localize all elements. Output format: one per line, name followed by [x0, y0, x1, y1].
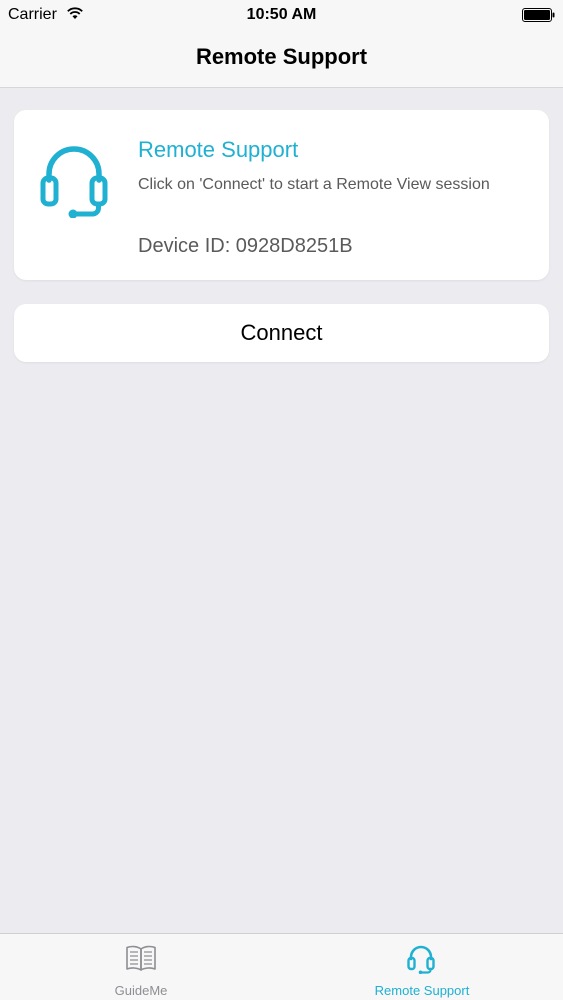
headset-icon [40, 142, 108, 223]
remote-support-card: Remote Support Click on 'Connect' to sta… [14, 110, 549, 280]
tab-label: Remote Support [374, 983, 470, 998]
device-id: Device ID: 0928D8251B [138, 235, 353, 257]
book-icon [125, 944, 157, 977]
headset-icon [407, 944, 435, 979]
navigation-bar: Remote Support [0, 30, 563, 88]
tab-guideme[interactable]: GuideMe [0, 934, 282, 1000]
card-description: Click on 'Connect' to start a Remote Vie… [138, 176, 490, 193]
status-bar: Carrier 10:50 AM [0, 0, 563, 30]
tab-label: GuideMe [114, 983, 168, 998]
tab-bar: GuideMe Remote Support [0, 933, 563, 1000]
tab-remote-support[interactable]: Remote Support [281, 934, 563, 1000]
card-title: Remote Support [138, 137, 299, 162]
connect-button[interactable]: Connect [14, 304, 549, 362]
page-title: Remote Support [195, 44, 368, 69]
clock-time: 10:50 AM [246, 6, 317, 23]
battery-icon [522, 8, 555, 27]
